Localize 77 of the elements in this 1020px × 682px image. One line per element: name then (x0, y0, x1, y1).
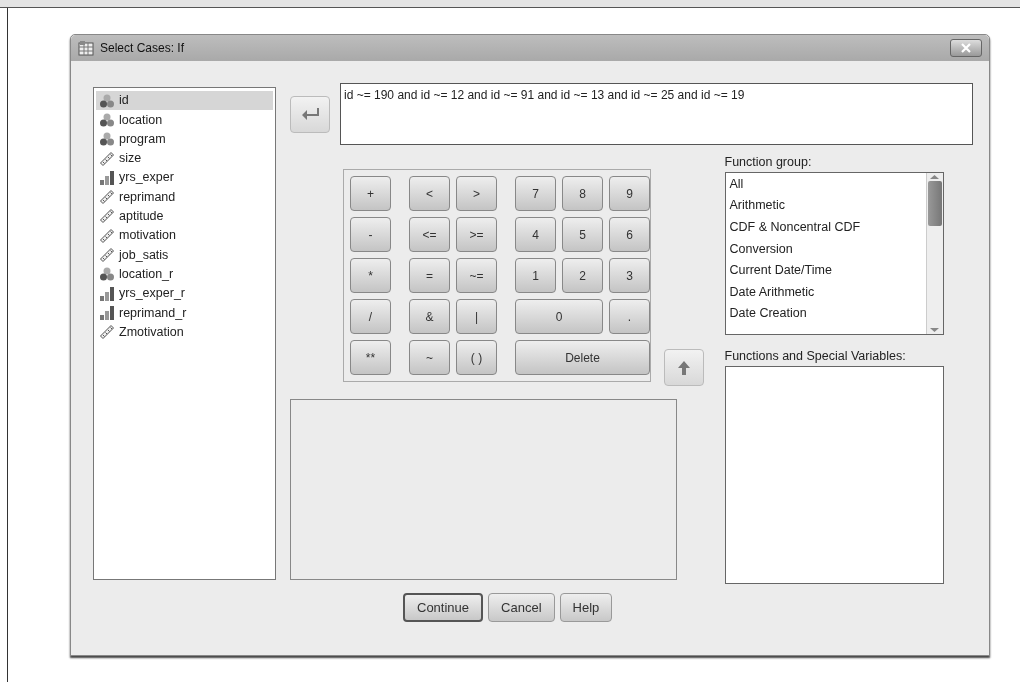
keypad-key[interactable]: * (350, 258, 391, 293)
keypad-key[interactable]: <= (409, 217, 450, 252)
function-group-item[interactable]: Date Arithmetic (729, 281, 922, 304)
keypad-key[interactable]: >= (456, 217, 497, 252)
scrollbar[interactable] (925, 172, 943, 334)
function-group-item[interactable]: Conversion (729, 238, 922, 261)
ruler-icon (99, 324, 115, 341)
keypad-key[interactable]: / (350, 299, 391, 334)
bar-chart-icon (99, 304, 115, 321)
arrow-icon (301, 107, 319, 121)
function-group-item[interactable]: Current Date/Time (729, 260, 922, 282)
function-group-item[interactable]: All (729, 173, 922, 196)
variable-item[interactable]: reprimand (96, 187, 273, 207)
bar-chart-icon (99, 169, 115, 186)
ruler-icon (99, 189, 115, 206)
keypad-key[interactable]: + (350, 176, 391, 211)
function-group-label: Function group: (724, 154, 813, 171)
move-variable-button[interactable] (290, 95, 330, 133)
window-icon (78, 40, 94, 56)
variable-item[interactable]: motivation (96, 226, 273, 246)
keypad-key[interactable]: = (409, 258, 450, 293)
variable-item[interactable]: reprimand_r (96, 303, 273, 323)
keypad-key[interactable]: ~= (456, 258, 497, 293)
keypad-key[interactable]: 4 (515, 217, 556, 252)
keypad-key[interactable]: . (609, 299, 650, 334)
keypad-key[interactable]: - (350, 217, 391, 252)
keypad-key[interactable]: | (456, 299, 497, 334)
ruler-icon (99, 247, 115, 263)
variable-item[interactable]: yrs_exper_r (96, 283, 273, 304)
keypad-key[interactable]: 5 (562, 217, 603, 252)
keypad-key[interactable]: & (409, 299, 450, 334)
dialog-button[interactable]: Continue (403, 593, 484, 622)
close-button[interactable] (950, 39, 982, 57)
insert-function-button[interactable] (663, 349, 704, 386)
variable-item[interactable]: location (96, 110, 273, 130)
nominal-variable-icon (99, 131, 115, 148)
keypad-key[interactable]: ** (350, 340, 391, 375)
keypad-key[interactable]: ( ) (456, 340, 497, 375)
arrow-up-icon (676, 359, 691, 376)
scroll-thumb[interactable] (927, 180, 942, 226)
variable-item[interactable]: job_satis (96, 245, 273, 265)
keypad-key[interactable]: 1 (515, 258, 556, 293)
expression-field[interactable]: id ~= 190 and id ~= 12 and id ~= 91 and id ~= 13 and id ~= 25 and id ~= 19 (340, 83, 973, 145)
function-group-item[interactable]: Arithmetic (729, 195, 922, 217)
function-group-item[interactable]: CDF & Noncentral CDF (729, 216, 922, 239)
bar-chart-icon (99, 285, 115, 302)
variable-item[interactable]: aptitude (96, 206, 273, 227)
nominal-variable-icon (99, 92, 115, 109)
keypad-key[interactable]: < (409, 176, 450, 211)
function-group-item[interactable]: Date Creation (729, 303, 922, 325)
ruler-icon (99, 150, 115, 167)
keypad-key[interactable]: Delete (515, 340, 650, 375)
nominal-variable-icon (99, 266, 115, 283)
variable-item[interactable]: program (96, 129, 273, 149)
variable-item[interactable]: id (96, 91, 273, 111)
keypad-key[interactable]: ~ (409, 340, 450, 375)
variable-item[interactable]: Zmotivation (96, 322, 273, 342)
keypad-key[interactable]: 2 (562, 258, 603, 293)
dialog-button[interactable]: Cancel (488, 593, 555, 622)
close-icon (961, 43, 971, 53)
keypad-key[interactable]: > (456, 176, 497, 211)
variable-item[interactable]: yrs_exper (96, 168, 273, 188)
keypad-key[interactable]: 9 (609, 176, 650, 211)
variable-item[interactable]: location_r (96, 264, 273, 284)
keypad-key[interactable]: 0 (515, 299, 603, 334)
keypad-key[interactable]: 6 (609, 217, 650, 252)
window-title: Select Cases: If (100, 40, 185, 57)
nominal-variable-icon (99, 111, 115, 128)
ruler-icon (99, 227, 115, 244)
variable-item[interactable]: size (96, 148, 273, 169)
dialog-button[interactable]: Help (559, 593, 613, 622)
keypad-key[interactable]: 3 (609, 258, 650, 293)
functions-label: Functions and Special Variables: (724, 348, 907, 366)
keypad-key[interactable]: 7 (515, 176, 556, 211)
keypad-key[interactable]: 8 (562, 176, 603, 211)
scroll-down-icon[interactable] (930, 325, 939, 334)
ruler-icon (99, 208, 115, 225)
